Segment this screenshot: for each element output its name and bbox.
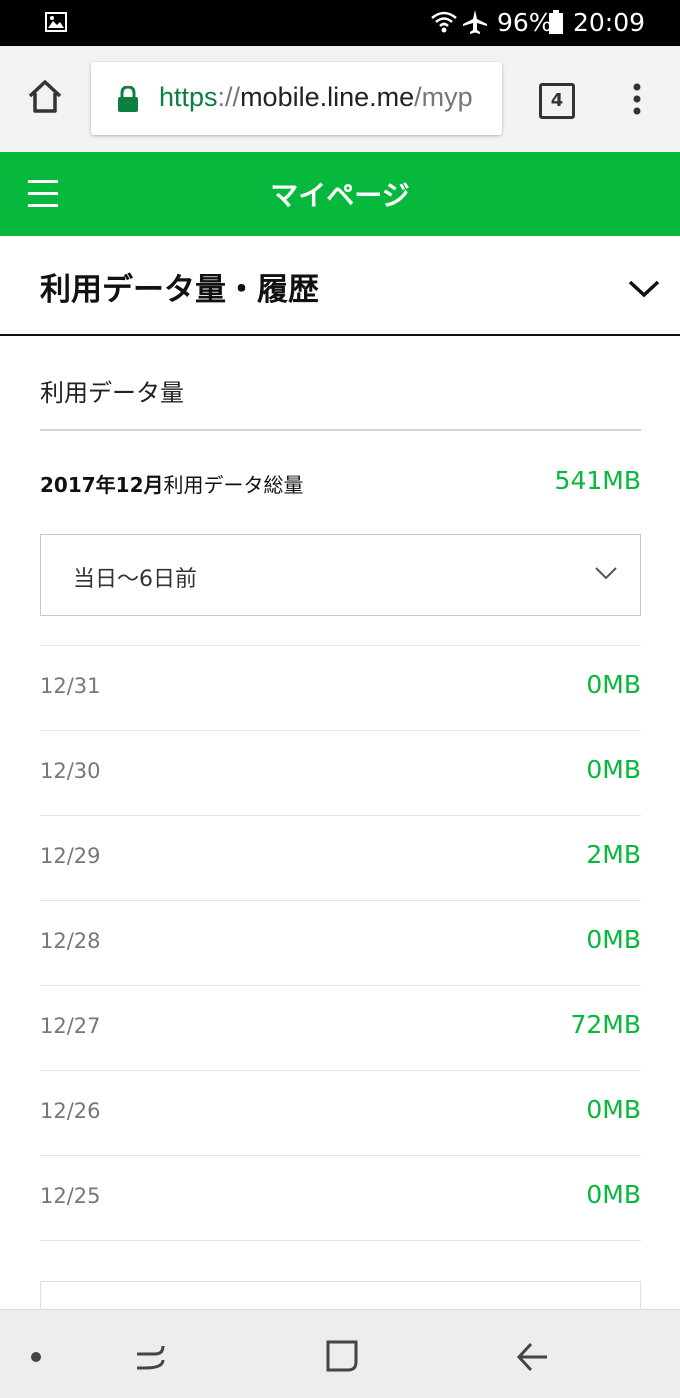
- url-separator: ://: [217, 82, 241, 112]
- home-icon[interactable]: [26, 78, 64, 116]
- list-item: 12/28 0MB: [40, 900, 641, 985]
- usage-date: 12/28: [40, 929, 101, 953]
- home-key-icon[interactable]: [326, 1340, 358, 1372]
- total-usage-label: 2017年12月利用データ総量: [40, 469, 304, 498]
- usage-subtitle: 利用データ量: [40, 379, 184, 407]
- list-item: 12/30 0MB: [40, 730, 641, 815]
- lock-icon: [118, 86, 138, 112]
- divider: [40, 429, 641, 431]
- range-select[interactable]: 当日〜6日前: [40, 534, 641, 616]
- clock: 20:09: [573, 8, 646, 37]
- url-scheme: https: [159, 82, 218, 112]
- browser-toolbar: https://mobile.line.me/myp 4: [0, 46, 680, 152]
- total-label-text: 利用データ総量: [163, 473, 304, 497]
- total-usage-value: 541MB: [554, 466, 641, 495]
- list-item: 12/26 0MB: [40, 1070, 641, 1155]
- page-title: マイページ: [270, 179, 410, 212]
- battery-icon: [549, 10, 563, 34]
- section-title: 利用データ量・履歴: [40, 272, 319, 308]
- usage-value: 0MB: [586, 925, 641, 954]
- usage-value: 0MB: [586, 1095, 641, 1124]
- daily-usage-list: 12/31 0MB 12/30 0MB 12/29 2MB 12/28 0MB …: [40, 645, 641, 1241]
- usage-date: 12/31: [40, 674, 101, 698]
- tabs-icon[interactable]: 4: [539, 83, 575, 119]
- more-vert-icon[interactable]: [632, 82, 642, 116]
- total-usage-row: 2017年12月利用データ総量 541MB: [40, 466, 641, 500]
- chevron-down-icon[interactable]: [628, 280, 660, 298]
- list-item: 12/29 2MB: [40, 815, 641, 900]
- list-item: 12/27 72MB: [40, 985, 641, 1070]
- nav-dot-icon[interactable]: [31, 1352, 41, 1362]
- usage-date: 12/29: [40, 844, 101, 868]
- airplane-icon: [463, 10, 487, 34]
- usage-date: 12/27: [40, 1014, 101, 1038]
- chevron-down-icon: [595, 567, 617, 580]
- list-item: 12/31 0MB: [40, 645, 641, 730]
- address-bar[interactable]: https://mobile.line.me/myp: [91, 62, 502, 135]
- recent-apps-icon[interactable]: [133, 1340, 167, 1374]
- system-nav-bar: [0, 1309, 680, 1398]
- back-icon[interactable]: [515, 1340, 549, 1374]
- wifi-icon: [431, 11, 457, 33]
- usage-date: 12/25: [40, 1184, 101, 1208]
- url-host: mobile.line.me: [240, 82, 415, 112]
- usage-value: 0MB: [586, 670, 641, 699]
- battery-percent: 96%: [497, 8, 553, 37]
- status-bar: 96% 20:09: [0, 0, 680, 46]
- gallery-icon: [45, 12, 67, 32]
- usage-date: 12/30: [40, 759, 101, 783]
- usage-value: 2MB: [586, 840, 641, 869]
- total-period: 2017年12月: [40, 473, 164, 497]
- divider: [40, 1240, 641, 1241]
- section-header[interactable]: 利用データ量・履歴: [0, 236, 680, 336]
- usage-date: 12/26: [40, 1099, 101, 1123]
- range-select-value: 当日〜6日前: [73, 567, 197, 592]
- url-text[interactable]: https://mobile.line.me/myp: [159, 82, 473, 113]
- usage-value: 72MB: [570, 1010, 641, 1039]
- usage-value: 0MB: [586, 755, 641, 784]
- url-path: /myp: [414, 82, 473, 112]
- app-header: マイページ: [0, 152, 680, 236]
- list-item: 12/25 0MB: [40, 1155, 641, 1240]
- usage-value: 0MB: [586, 1180, 641, 1209]
